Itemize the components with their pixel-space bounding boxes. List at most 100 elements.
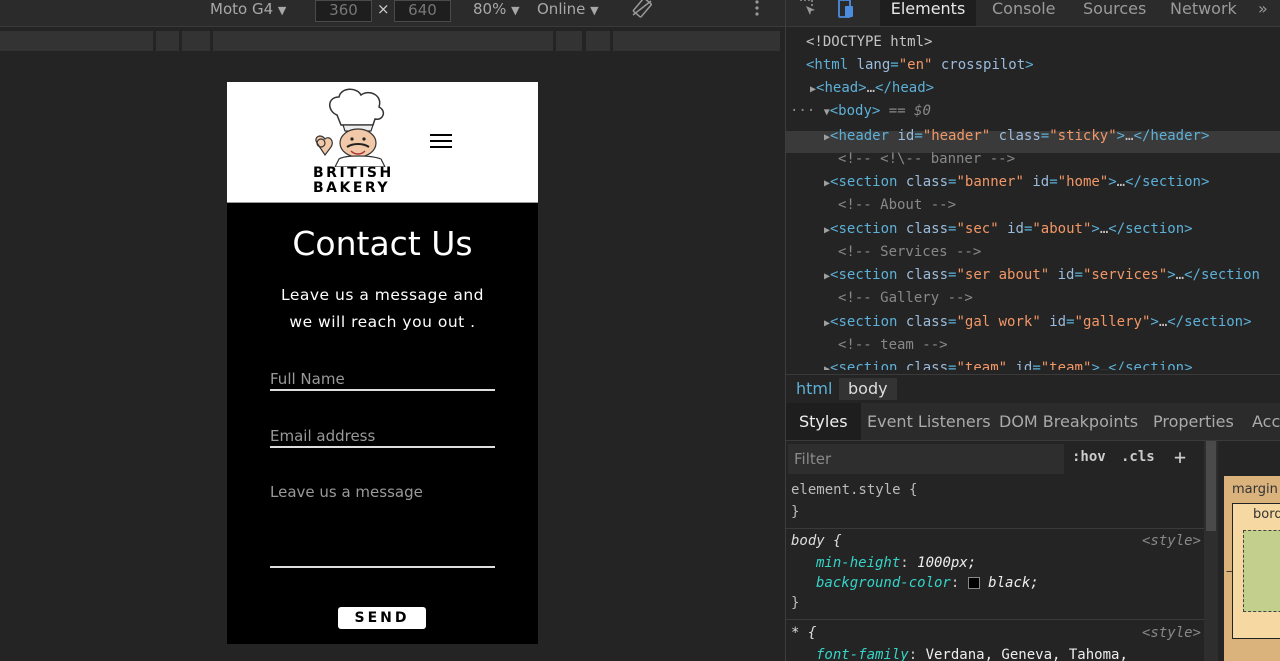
- section-services-node[interactable]: ▶<section class="ser about" id="services…: [824, 264, 1260, 286]
- devtools-tabbar: Elements Console Sources Network »: [786, 0, 1280, 27]
- contact-subtitle: Leave us a message and we will reach you…: [280, 286, 485, 331]
- html-node[interactable]: <html lang="en" crosspilot>: [806, 54, 1034, 76]
- styles-filter-row: :hov .cls +: [786, 441, 1206, 475]
- box-dash: –: [1226, 564, 1233, 579]
- comment-node[interactable]: <!-- <!\-- banner -->: [838, 148, 1015, 170]
- tab-accessibility[interactable]: Acc: [1252, 403, 1280, 440]
- comment-node[interactable]: <!-- Services -->: [838, 241, 981, 263]
- ruler-segment[interactable]: [613, 31, 780, 51]
- box-border: bord: [1232, 503, 1280, 639]
- section-gallery-node[interactable]: ▶<section class="gal work" id="gallery">…: [824, 311, 1252, 333]
- property-name: font-family: [816, 647, 909, 661]
- min-height-declaration[interactable]: min-height: 1000px;: [816, 553, 976, 573]
- comment-node[interactable]: <!-- Gallery -->: [838, 287, 973, 309]
- ruler-segment[interactable]: [556, 31, 582, 51]
- tab-elements[interactable]: Elements: [880, 0, 976, 26]
- body-rule-header[interactable]: body { <style>: [791, 531, 1201, 551]
- element-style-selector[interactable]: element.style {: [791, 480, 917, 500]
- rule-source-link[interactable]: <style>: [1142, 531, 1201, 551]
- section-team-node[interactable]: ▶<section class="team" id="team">…</sect…: [824, 357, 1193, 370]
- send-button[interactable]: SEND: [338, 607, 426, 629]
- times-sign: ×: [377, 0, 390, 18]
- email-field[interactable]: [270, 426, 495, 448]
- tab-properties[interactable]: Properties: [1153, 403, 1234, 440]
- more-tabs-icon[interactable]: »: [1258, 0, 1268, 26]
- rule-close-brace: }: [791, 595, 800, 611]
- box-padding: [1243, 530, 1280, 612]
- brand-line-1: BRITISH: [313, 165, 394, 181]
- body-node[interactable]: ··· ▼<body> == $0: [790, 100, 931, 122]
- new-rule-plus-icon[interactable]: +: [1174, 446, 1186, 468]
- breadcrumb-body[interactable]: body: [839, 378, 897, 400]
- box-model-diagram: margin bord –: [1224, 476, 1280, 661]
- rule-source-link[interactable]: <style>: [1142, 623, 1201, 643]
- zoom-select[interactable]: 80% ▼: [473, 0, 520, 22]
- tab-dom-breakpoints[interactable]: DOM Breakpoints: [999, 403, 1138, 440]
- tab-network[interactable]: Network: [1170, 0, 1237, 26]
- property-name: min-height: [816, 555, 901, 571]
- background-color-declaration[interactable]: background-color: black;: [816, 573, 1039, 593]
- rule-close-brace: }: [791, 504, 800, 520]
- device-label: Moto G4: [210, 0, 274, 18]
- ruler-segment[interactable]: [0, 31, 153, 51]
- body-selector: body {: [791, 533, 842, 549]
- full-name-field[interactable]: [270, 369, 495, 391]
- ruler-segment[interactable]: [586, 31, 610, 51]
- brand-line-2: BAKERY: [313, 180, 391, 196]
- devtools-panel: Elements Console Sources Network » <!DOC…: [785, 0, 1280, 661]
- width-input[interactable]: 360: [315, 0, 372, 22]
- header-node[interactable]: ▶<header id="header" class="sticky">…</h…: [824, 125, 1209, 147]
- doctype-line[interactable]: <!DOCTYPE html>: [806, 31, 932, 53]
- tab-styles[interactable]: Styles: [786, 403, 861, 440]
- device-select[interactable]: Moto G4 ▼: [210, 0, 286, 22]
- comment-node[interactable]: <!-- team -->: [838, 334, 948, 356]
- font-family-declaration[interactable]: font-family: Verdana, Geneva, Tahoma,: [816, 645, 1128, 661]
- height-input[interactable]: 640: [394, 0, 451, 22]
- breadcrumb: html body: [786, 374, 1280, 404]
- hamburger-menu-icon[interactable]: [430, 130, 452, 154]
- rule-divider: [786, 619, 1206, 620]
- property-value: black;: [988, 575, 1039, 591]
- device-toggle-icon[interactable]: [836, 0, 858, 24]
- device-toolbar: Moto G4 ▼ 360 × 640 80% ▼ Online ▼: [0, 0, 785, 27]
- star-rule-header[interactable]: * { <style>: [791, 623, 1201, 643]
- rule-divider: [786, 528, 1206, 529]
- breadcrumb-html[interactable]: html: [796, 378, 832, 400]
- phone-viewport: BRITISH BAKERY Contact Us Leave us a mes…: [227, 82, 538, 644]
- tab-console[interactable]: Console: [992, 0, 1056, 26]
- styles-filter-input[interactable]: [788, 444, 1064, 474]
- chevron-down-icon: ▼: [511, 4, 520, 17]
- ruler-segment[interactable]: [213, 31, 553, 51]
- comment-node[interactable]: <!-- About -->: [838, 194, 956, 216]
- selected-marker: == $0: [888, 103, 931, 119]
- chevron-down-icon: ▼: [277, 4, 287, 17]
- ruler-segment[interactable]: [156, 31, 179, 51]
- throttle-label: Online: [537, 0, 586, 18]
- head-node[interactable]: ▶<head>…</head>: [810, 77, 934, 99]
- styles-tabbar: Styles Event Listeners DOM Breakpoints P…: [786, 403, 1280, 441]
- box-border-label: bord: [1253, 507, 1280, 522]
- inspect-element-icon[interactable]: [798, 0, 818, 24]
- message-field[interactable]: [270, 482, 495, 568]
- color-swatch[interactable]: [967, 577, 980, 589]
- ruler-segment[interactable]: [182, 31, 210, 51]
- section-about-node[interactable]: ▶<section class="sec" id="about">…</sect…: [824, 218, 1193, 240]
- throttle-select[interactable]: Online ▼: [537, 0, 599, 22]
- media-query-ruler[interactable]: [0, 31, 780, 51]
- brand-name: BRITISH BAKERY: [313, 166, 399, 196]
- tab-event-listeners[interactable]: Event Listeners: [867, 403, 991, 440]
- tab-sources[interactable]: Sources: [1083, 0, 1146, 26]
- class-toggle[interactable]: .cls: [1121, 446, 1155, 468]
- section-banner-node[interactable]: ▶<section class="banner" id="home">…</se…: [824, 171, 1209, 193]
- more-vert-icon[interactable]: [752, 0, 762, 20]
- device-emulation-pane: Moto G4 ▼ 360 × 640 80% ▼ Online ▼ BRITI…: [0, 0, 785, 661]
- rotate-icon[interactable]: [631, 0, 653, 20]
- property-value: 1000px;: [917, 555, 977, 571]
- box-margin-label: margin: [1232, 482, 1278, 497]
- styles-scrollbar-thumb[interactable]: [1206, 441, 1216, 531]
- property-value: Verdana, Geneva, Tahoma,: [925, 647, 1128, 661]
- dom-tree: <!DOCTYPE html> <html lang="en" crosspil…: [786, 30, 1280, 370]
- hover-state-toggle[interactable]: :hov: [1072, 446, 1106, 468]
- contact-title: Contact Us: [292, 224, 473, 263]
- star-selector: * {: [791, 625, 817, 641]
